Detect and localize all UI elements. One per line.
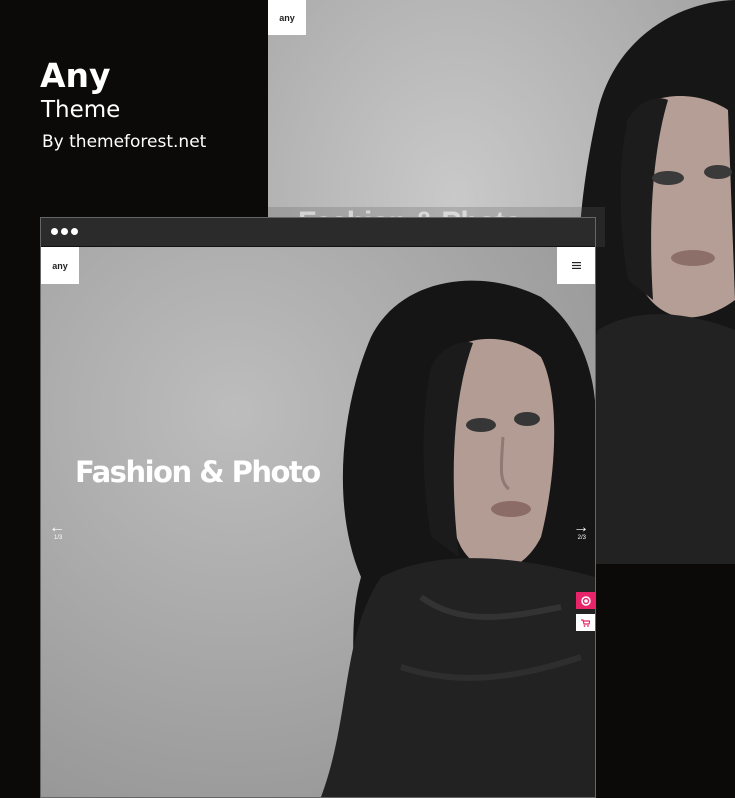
menu-button[interactable] <box>557 247 595 284</box>
minimize-dot-icon[interactable] <box>61 228 68 235</box>
model-image <box>41 247 595 797</box>
browser-window: any Fashion & Photo ← 1/3 → 2/3 <box>40 217 596 798</box>
window-controls <box>51 228 78 235</box>
page-viewport: any Fashion & Photo ← 1/3 → 2/3 <box>41 247 595 797</box>
record-button[interactable] <box>576 592 595 609</box>
cart-button[interactable] <box>576 614 595 631</box>
next-slide-counter: 2/3 <box>577 535 586 541</box>
back-logo: any <box>268 0 306 35</box>
close-dot-icon[interactable] <box>51 228 58 235</box>
arrow-right-icon: → <box>573 519 589 536</box>
cart-icon <box>581 618 590 627</box>
record-icon <box>580 595 591 606</box>
arrow-left-icon: ← <box>49 519 65 536</box>
hero-heading: Fashion & Photo <box>75 455 321 489</box>
theme-author-link[interactable]: By themeforest.net <box>42 132 206 152</box>
window-titlebar <box>41 218 595 247</box>
theme-subtitle: Theme <box>41 97 121 123</box>
maximize-dot-icon[interactable] <box>71 228 78 235</box>
site-logo[interactable]: any <box>41 247 79 284</box>
prev-slide-counter: 1/3 <box>54 535 63 541</box>
next-slide-button[interactable]: → <box>573 519 589 536</box>
hamburger-icon <box>571 262 581 269</box>
theme-title: Any <box>40 56 111 95</box>
prev-slide-button[interactable]: ← <box>49 519 65 536</box>
